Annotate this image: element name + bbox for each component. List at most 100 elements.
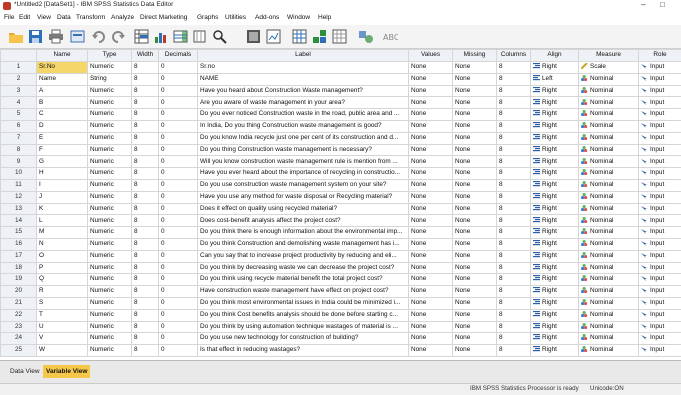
cell-align[interactable]: Right bbox=[531, 333, 579, 345]
cell-decimals[interactable]: 0 bbox=[159, 321, 198, 333]
cell-values[interactable]: None bbox=[409, 191, 453, 203]
cell-values[interactable]: None bbox=[409, 286, 453, 298]
cell-type[interactable]: Numeric bbox=[88, 321, 132, 333]
cell-values[interactable]: None bbox=[409, 333, 453, 345]
cell-values[interactable]: None bbox=[409, 85, 453, 97]
cell-type[interactable]: Numeric bbox=[88, 227, 132, 239]
cell-values[interactable]: None bbox=[409, 250, 453, 262]
row-number[interactable]: 9 bbox=[1, 156, 37, 168]
minimize-button[interactable]: – bbox=[641, 0, 645, 9]
table-row[interactable]: 18PNumeric80Do you think by decreasing w… bbox=[1, 262, 681, 274]
cell-label[interactable]: Can you say that to increase project pro… bbox=[198, 250, 409, 262]
cell-label[interactable]: Do you think by using automation techniq… bbox=[198, 321, 409, 333]
cell-role[interactable]: Input bbox=[639, 250, 681, 262]
cell-role[interactable]: Input bbox=[639, 109, 681, 121]
cell-role[interactable]: Input bbox=[639, 333, 681, 345]
cell-columns[interactable]: 8 bbox=[497, 179, 531, 191]
cell-type[interactable]: Numeric bbox=[88, 179, 132, 191]
menu-addons[interactable]: Add-ons bbox=[255, 14, 279, 21]
cell-label[interactable]: Is that effect in reducing wastages? bbox=[198, 345, 409, 357]
cell-width[interactable]: 8 bbox=[132, 262, 159, 274]
cell-type[interactable]: Numeric bbox=[88, 120, 132, 132]
cell-decimals[interactable]: 0 bbox=[159, 227, 198, 239]
cell-measure[interactable]: Nominal bbox=[579, 191, 639, 203]
cell-decimals[interactable]: 0 bbox=[159, 73, 198, 85]
cell-columns[interactable]: 8 bbox=[497, 62, 531, 74]
cell-decimals[interactable]: 0 bbox=[159, 274, 198, 286]
cell-type[interactable]: Numeric bbox=[88, 345, 132, 357]
cell-decimals[interactable]: 0 bbox=[159, 238, 198, 250]
table-row[interactable]: 6DNumeric80In India, Do you thing Constr… bbox=[1, 120, 681, 132]
maximize-button[interactable]: □ bbox=[660, 0, 665, 9]
menu-help[interactable]: Help bbox=[318, 14, 331, 21]
cell-role[interactable]: Input bbox=[639, 85, 681, 97]
cell-missing[interactable]: None bbox=[453, 191, 497, 203]
cell-name[interactable]: R bbox=[37, 286, 88, 298]
cell-role[interactable]: Input bbox=[639, 144, 681, 156]
cell-values[interactable]: None bbox=[409, 274, 453, 286]
cell-label[interactable]: Do you think using recycle material bene… bbox=[198, 274, 409, 286]
cell-missing[interactable]: None bbox=[453, 132, 497, 144]
cell-role[interactable]: Input bbox=[639, 156, 681, 168]
cell-label[interactable]: Do you think Cost benefits analysis shou… bbox=[198, 309, 409, 321]
row-number[interactable]: 21 bbox=[1, 297, 37, 309]
cell-missing[interactable]: None bbox=[453, 215, 497, 227]
cell-columns[interactable]: 8 bbox=[497, 309, 531, 321]
cell-measure[interactable]: Nominal bbox=[579, 286, 639, 298]
cell-measure[interactable]: Nominal bbox=[579, 85, 639, 97]
cell-decimals[interactable]: 0 bbox=[159, 156, 198, 168]
table-row[interactable]: 17ONumeric80Can you say that to increase… bbox=[1, 250, 681, 262]
cell-values[interactable]: None bbox=[409, 109, 453, 121]
cell-missing[interactable]: None bbox=[453, 250, 497, 262]
cell-measure[interactable]: Nominal bbox=[579, 297, 639, 309]
cell-decimals[interactable]: 0 bbox=[159, 297, 198, 309]
cell-missing[interactable]: None bbox=[453, 179, 497, 191]
cell-name[interactable]: K bbox=[37, 203, 88, 215]
cell-role[interactable]: Input bbox=[639, 191, 681, 203]
cell-columns[interactable]: 8 bbox=[497, 262, 531, 274]
row-number[interactable]: 20 bbox=[1, 286, 37, 298]
row-number[interactable]: 12 bbox=[1, 191, 37, 203]
cell-columns[interactable]: 8 bbox=[497, 97, 531, 109]
menu-file[interactable]: File bbox=[4, 14, 14, 21]
table-row[interactable]: 14LNumeric80Does cost-benefit analysis a… bbox=[1, 215, 681, 227]
cell-align[interactable]: Right bbox=[531, 286, 579, 298]
cell-values[interactable]: None bbox=[409, 168, 453, 180]
cell-align[interactable]: Right bbox=[531, 85, 579, 97]
cell-align[interactable]: Right bbox=[531, 179, 579, 191]
cell-decimals[interactable]: 0 bbox=[159, 203, 198, 215]
cell-role[interactable]: Input bbox=[639, 297, 681, 309]
cell-columns[interactable]: 8 bbox=[497, 168, 531, 180]
cell-decimals[interactable]: 0 bbox=[159, 144, 198, 156]
cell-name[interactable]: Q bbox=[37, 274, 88, 286]
column-header[interactable]: Name bbox=[37, 50, 88, 62]
cell-label[interactable]: Does cost-benefit analysis affect the pr… bbox=[198, 215, 409, 227]
cell-role[interactable]: Input bbox=[639, 73, 681, 85]
cell-missing[interactable]: None bbox=[453, 297, 497, 309]
cell-name[interactable]: U bbox=[37, 321, 88, 333]
cell-type[interactable]: Numeric bbox=[88, 85, 132, 97]
cell-values[interactable]: None bbox=[409, 215, 453, 227]
cell-width[interactable]: 8 bbox=[132, 132, 159, 144]
table-row[interactable]: 16NNumeric80Do you think Construction an… bbox=[1, 238, 681, 250]
cell-align[interactable]: Right bbox=[531, 227, 579, 239]
value-labels-icon[interactable] bbox=[332, 29, 348, 44]
cell-columns[interactable]: 8 bbox=[497, 345, 531, 357]
cell-columns[interactable]: 8 bbox=[497, 85, 531, 97]
cell-width[interactable]: 8 bbox=[132, 85, 159, 97]
cell-role[interactable]: Input bbox=[639, 215, 681, 227]
row-number[interactable]: 2 bbox=[1, 73, 37, 85]
cell-measure[interactable]: Nominal bbox=[579, 109, 639, 121]
cell-columns[interactable]: 8 bbox=[497, 321, 531, 333]
tab-variable-view[interactable]: Variable View bbox=[43, 365, 90, 378]
cell-decimals[interactable]: 0 bbox=[159, 191, 198, 203]
cell-values[interactable]: None bbox=[409, 179, 453, 191]
row-number[interactable]: 1 bbox=[1, 62, 37, 74]
cell-align[interactable]: Right bbox=[531, 203, 579, 215]
cell-measure[interactable]: Nominal bbox=[579, 333, 639, 345]
cell-columns[interactable]: 8 bbox=[497, 215, 531, 227]
cell-type[interactable]: Numeric bbox=[88, 286, 132, 298]
row-number[interactable]: 25 bbox=[1, 345, 37, 357]
cell-type[interactable]: Numeric bbox=[88, 333, 132, 345]
cell-label[interactable]: Do you thing Construction waste manageme… bbox=[198, 144, 409, 156]
